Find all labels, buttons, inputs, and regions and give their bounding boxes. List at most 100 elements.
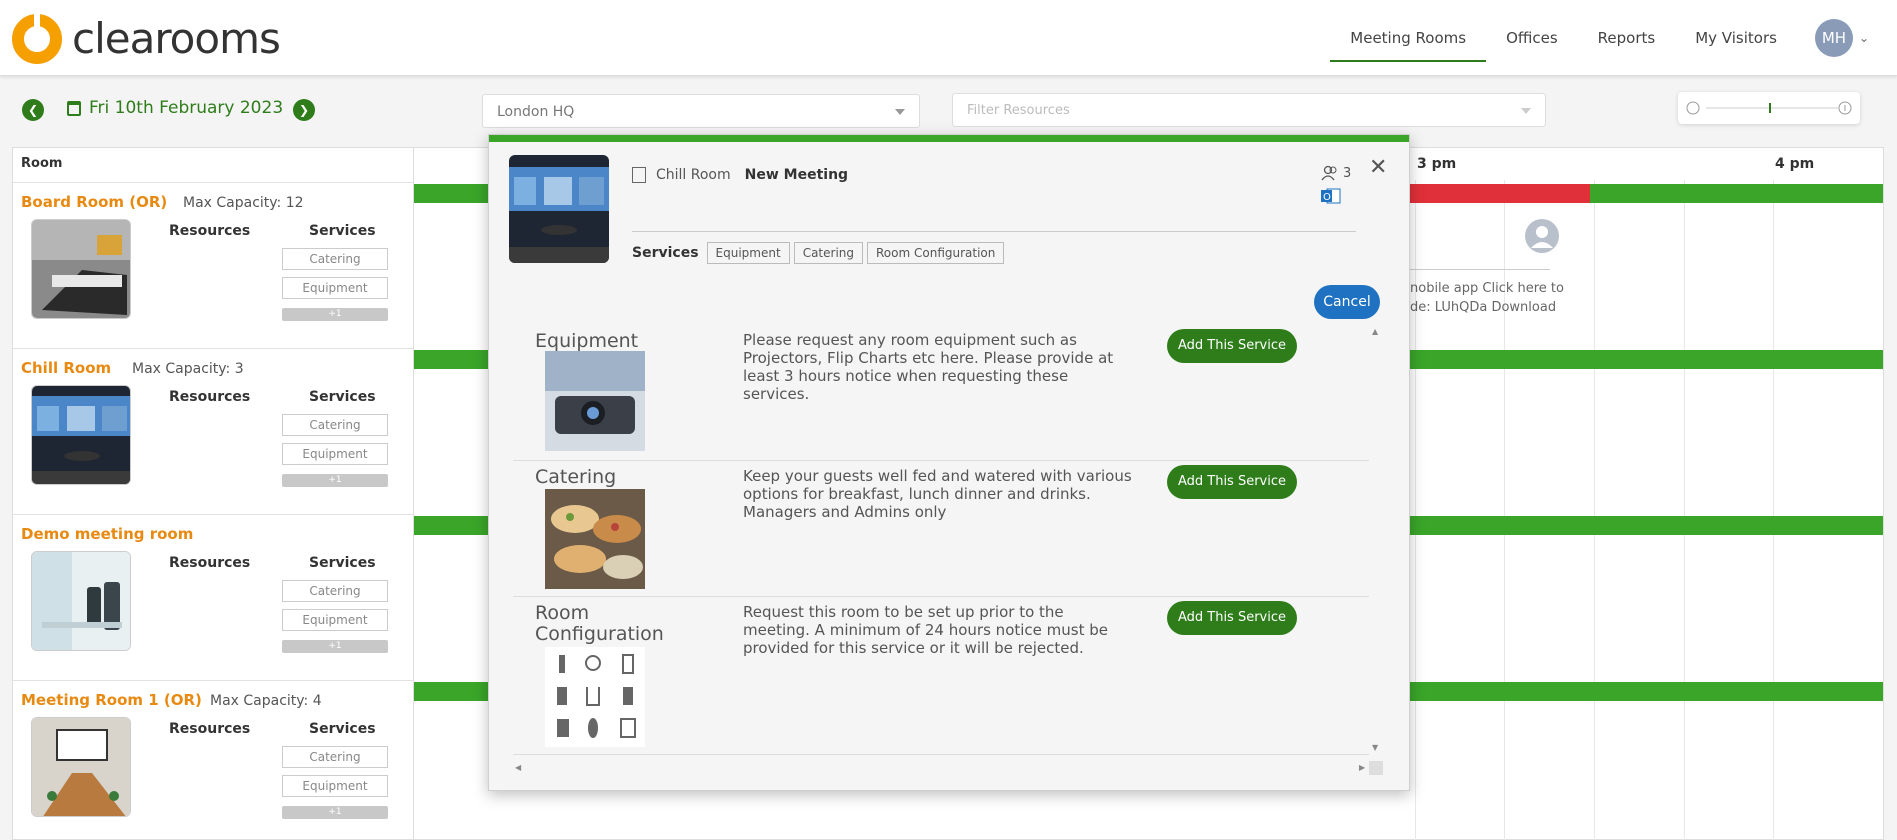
more-services-badge[interactable]: +1 [282,640,388,653]
attendee-number: 3 [1343,165,1352,181]
cancel-button[interactable]: Cancel [1314,285,1380,319]
vertical-scrollbar[interactable]: ▲ ▼ [1369,325,1383,755]
service-chip[interactable]: Equipment [282,443,388,465]
room-photo [31,551,131,651]
booking-detail-text: nobile app Click here to [1410,281,1564,296]
availability-bar[interactable] [1410,682,1883,701]
service-item: Room Configuration Request this room to … [513,597,1369,755]
availability-bar[interactable] [414,516,490,535]
quarter-gridline [1504,180,1505,840]
filter-resources-select[interactable]: Filter Resources [952,93,1546,127]
nav-offices[interactable]: Offices [1486,14,1578,62]
location-value: London HQ [497,104,575,120]
availability-bar[interactable] [414,682,490,701]
service-chip[interactable]: Catering [282,414,388,436]
room-name[interactable]: Meeting Room 1 (OR) [21,691,202,709]
hour-label: 4 pm [1775,156,1815,172]
zoom-slider[interactable] [1678,92,1860,124]
calendar-icon [67,100,81,116]
previous-day-button[interactable]: ❮ [22,99,44,121]
service-chip[interactable]: Catering [282,248,388,270]
more-services-badge[interactable]: +1 [282,474,388,487]
location-select[interactable]: London HQ [482,94,920,128]
horizontal-scrollbar[interactable]: ◀ ▶ [513,761,1383,775]
room-configuration-image [545,647,645,747]
catering-image [545,489,645,589]
clearooms-logo[interactable]: clearooms [12,14,281,64]
room-row: Demo meeting room Resources Services Cat… [13,514,413,680]
close-icon[interactable]: ✕ [1369,155,1387,180]
service-chip[interactable]: Catering [282,580,388,602]
building-icon [632,167,646,183]
room-name[interactable]: Chill Room [21,359,111,377]
resources-label: Resources [169,223,251,239]
main-nav: Meeting Rooms Offices Reports My Visitor… [1330,14,1869,62]
projector-image [545,351,645,451]
service-description: Please request any room equipment such a… [743,331,1114,403]
room-capacity: Max Capacity: 4 [210,693,322,709]
scroll-up-icon[interactable]: ▲ [1372,327,1378,336]
attendee-count[interactable]: 3 [1321,165,1351,181]
modal-accent-strip [489,135,1409,142]
service-item: Equipment Please request any room equipm… [513,325,1369,461]
room-thumbnail [509,155,609,263]
tab-room-configuration[interactable]: Room Configuration [867,242,1005,264]
nav-reports[interactable]: Reports [1578,14,1676,62]
date-picker[interactable]: Fri 10th February 2023 [67,98,283,118]
availability-bar[interactable] [414,350,490,369]
services-label: Services [309,223,376,239]
attendees-icon [1321,165,1337,181]
zoom-slider-track[interactable] [1678,92,1860,124]
user-avatar[interactable]: MH [1814,19,1853,57]
service-tabs: Services Equipment Catering Room Configu… [632,242,1008,264]
tab-catering[interactable]: Catering [793,242,863,264]
logo-mark-icon [12,14,62,64]
scroll-left-icon[interactable]: ◀ [515,763,521,772]
service-item: Catering Keep your guests well fed and w… [513,461,1369,597]
dropdown-arrow-icon [895,109,905,115]
filter-placeholder: Filter Resources [967,103,1070,118]
availability-bar[interactable] [1590,184,1883,203]
service-chip[interactable]: Catering [282,746,388,768]
more-services-badge[interactable]: +1 [282,308,388,321]
room-photo [31,385,131,485]
room-row: Chill Room Max Capacity: 3 Resources Ser… [13,348,413,514]
modal-title: New Meeting [744,167,849,183]
room-name[interactable]: Demo meeting room [21,525,193,543]
quarter-gridline [1594,180,1595,840]
scroll-down-icon[interactable]: ▼ [1372,743,1378,752]
booking-divider [1410,269,1550,270]
service-chip[interactable]: Equipment [282,775,388,797]
room-photo [31,717,131,817]
current-date: Fri 10th February 2023 [89,98,284,118]
add-service-button[interactable]: Add This Service [1167,601,1297,635]
scroll-corner [1369,761,1383,775]
resources-label: Resources [169,389,251,405]
chevron-down-icon[interactable]: ⌄ [1859,31,1869,45]
more-services-badge[interactable]: +1 [282,806,388,819]
service-title: Catering [535,466,617,488]
resources-label: Resources [169,721,251,737]
service-chip[interactable]: Equipment [282,277,388,299]
hour-label: 3 pm [1417,156,1457,172]
room-row: Board Room (OR) Max Capacity: 12 Resourc… [13,182,413,348]
room-column-header: Room [21,156,63,171]
modal-room-name: Chill Room [656,167,731,183]
tab-equipment[interactable]: Equipment [706,242,790,264]
nav-my-visitors[interactable]: My Visitors [1675,14,1797,62]
add-service-button[interactable]: Add This Service [1167,329,1297,363]
scroll-right-icon[interactable]: ▶ [1359,763,1365,772]
availability-bar[interactable] [1410,516,1883,535]
availability-bar[interactable] [1410,350,1883,369]
quarter-gridline [1684,180,1685,840]
nav-meeting-rooms[interactable]: Meeting Rooms [1330,14,1487,62]
room-name[interactable]: Board Room (OR) [21,193,167,211]
next-day-button[interactable]: ❯ [293,99,315,121]
availability-bar[interactable] [414,184,490,203]
modal-divider [632,231,1356,232]
booked-bar[interactable] [1410,184,1590,203]
top-bar: clearooms Meeting Rooms Offices Reports … [0,0,1897,76]
outlook-icon[interactable]: O [1321,187,1341,205]
service-chip[interactable]: Equipment [282,609,388,631]
add-service-button[interactable]: Add This Service [1167,465,1297,499]
